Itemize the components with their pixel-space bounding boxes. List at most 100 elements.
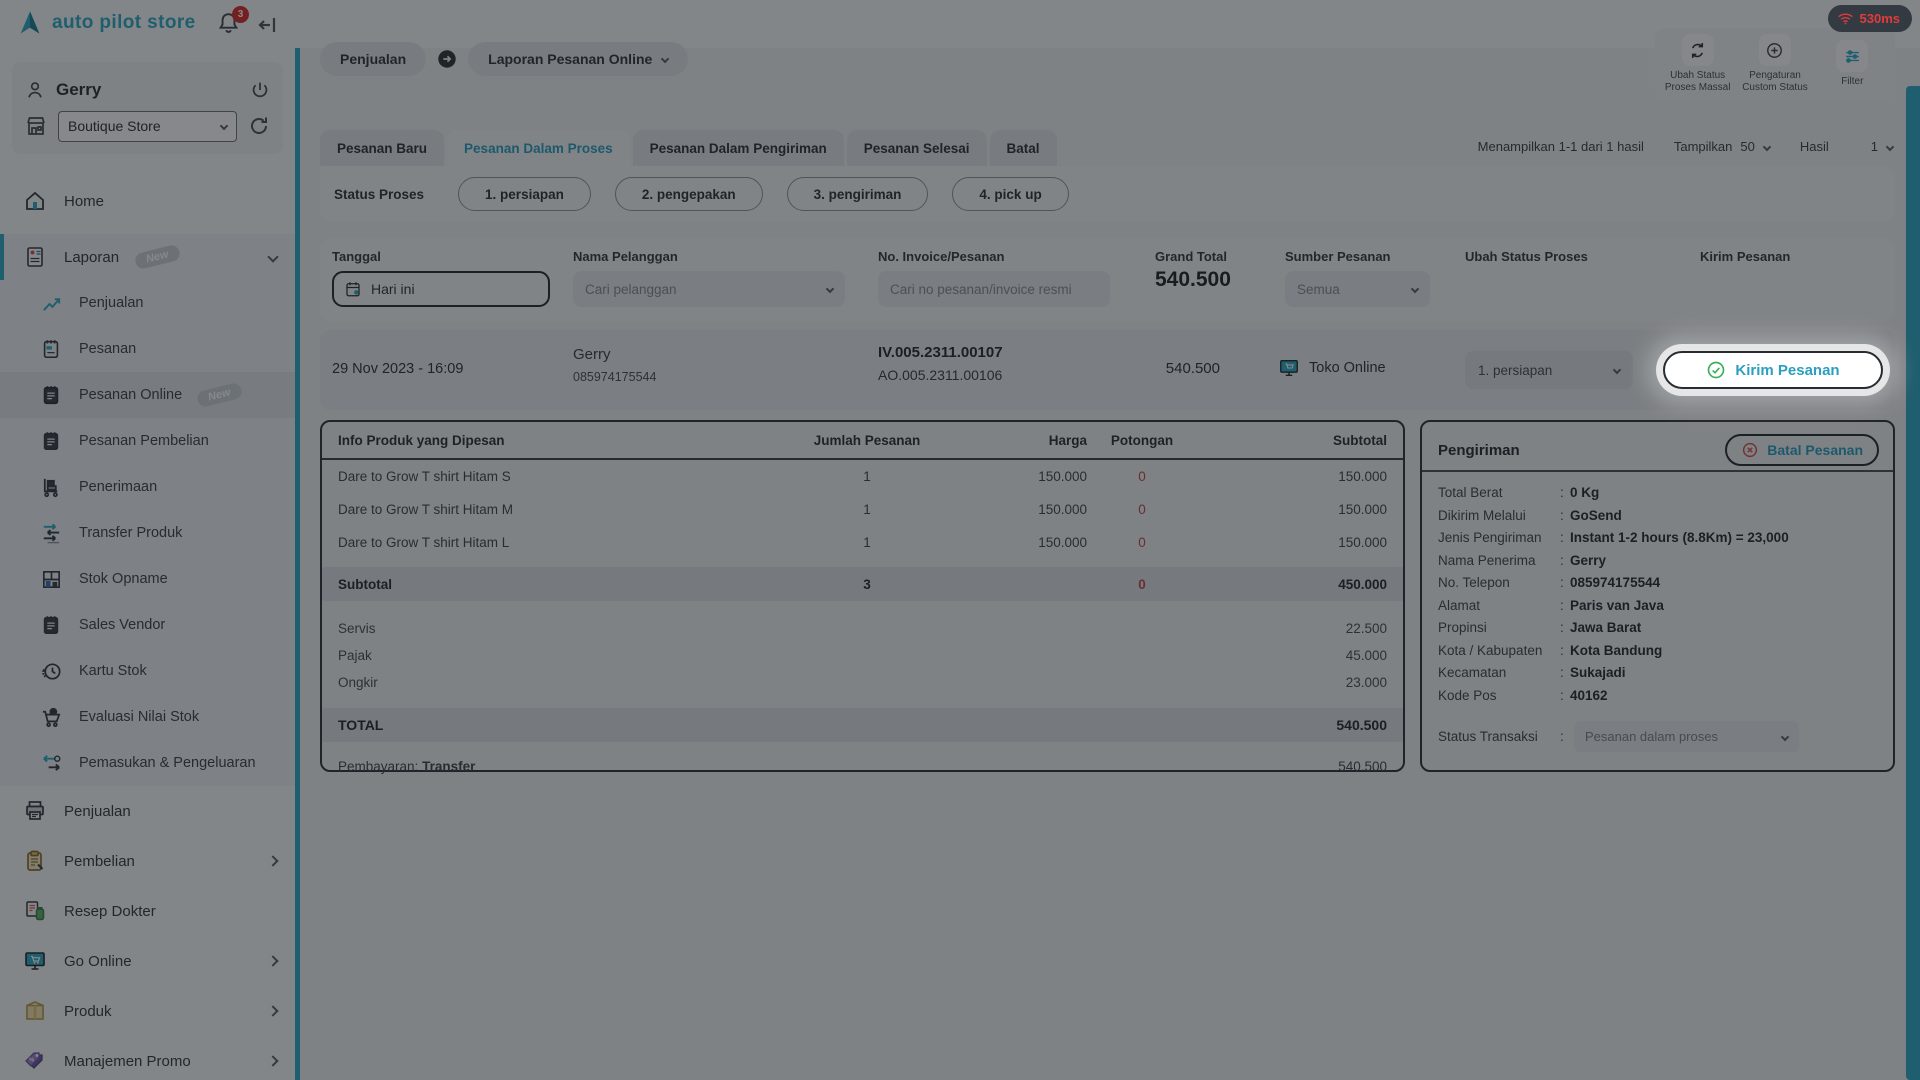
sidebar-item-laporan-pesanan[interactable]: Pesanan <box>0 326 295 372</box>
tab-pesanan-dalam-proses[interactable]: Pesanan Dalam Proses <box>447 130 630 166</box>
invoice-search-input[interactable] <box>878 271 1110 307</box>
sidebar-item-label: Manajemen Promo <box>64 1052 191 1070</box>
chevron-down-icon <box>661 54 670 64</box>
sidebar-item-pembelian[interactable]: Pembelian <box>0 836 295 886</box>
customer-filter-select[interactable]: Cari pelanggan <box>573 271 845 307</box>
store-select[interactable]: Boutique Store <box>58 110 237 142</box>
chevron-down-icon <box>1885 142 1895 151</box>
notebook-icon <box>38 430 64 452</box>
source-filter-select[interactable]: Semua <box>1285 271 1430 307</box>
sidebar-item-label: Pesanan <box>79 341 137 357</box>
order-row[interactable]: 29 Nov 2023 - 16:09 Gerry 085974175544 I… <box>320 330 1895 410</box>
bulk-status-button[interactable]: Ubah Status Proses Massal <box>1660 34 1736 94</box>
refresh-icon[interactable] <box>247 114 271 138</box>
sidebar-item-go-online[interactable]: Go Online <box>0 936 295 986</box>
product-table-card: Info Produk yang Dipesan Jumlah Pesanan … <box>320 420 1405 774</box>
sidebar-item-penjualan[interactable]: Penjualan <box>0 786 295 836</box>
main-content: Penjualan Laporan Pesanan Online Ubah St… <box>320 0 1895 1080</box>
customer-name: Gerry <box>573 346 611 363</box>
sidebar-item-laporan-stok-opname[interactable]: Stok Opname <box>0 556 295 602</box>
user-icon <box>24 79 46 101</box>
status-chips: 1. persiapan 2. pengepakan 3. pengiriman… <box>458 177 1069 211</box>
transaction-status-row: Status Transaksi : Pesanan dalam proses <box>1438 721 1877 752</box>
table-row: Dare to Grow T shirt Hitam S 1 150.000 0… <box>338 469 1387 484</box>
sidebar-item-laporan-evaluasi-nilai-stok[interactable]: RP Evaluasi Nilai Stok <box>0 694 295 740</box>
sidebar-item-label: Kartu Stok <box>79 663 147 679</box>
check-circle-icon <box>1706 360 1726 380</box>
page-toolbar: Ubah Status Proses Massal Pengaturan Cus… <box>1655 28 1895 100</box>
hand-truck-icon <box>38 476 64 499</box>
sidebar-item-laporan-penerimaan[interactable]: Penerimaan <box>0 464 295 510</box>
order-source-label: Toko Online <box>1309 360 1386 376</box>
chip-pengiriman[interactable]: 3. pengiriman <box>786 177 929 211</box>
page-select[interactable]: 1 <box>1871 139 1895 154</box>
notebook-icon <box>38 384 64 406</box>
tab-pesanan-selesai[interactable]: Pesanan Selesai <box>846 130 987 166</box>
order-tabs: Pesanan Baru Pesanan Dalam Proses Pesana… <box>320 130 1057 166</box>
date-filter-input[interactable]: Hari ini <box>332 271 550 307</box>
sidebar-item-laporan[interactable]: Laporan New <box>0 234 295 280</box>
chip-persiapan[interactable]: 1. persiapan <box>458 177 591 211</box>
transaction-status-select[interactable]: Pesanan dalam proses <box>1574 721 1799 752</box>
logout-power-icon[interactable] <box>249 79 271 101</box>
sidebar-item-laporan-sales-vendor[interactable]: Sales Vendor <box>0 602 295 648</box>
order-details: Info Produk yang Dipesan Jumlah Pesanan … <box>320 420 1895 774</box>
order-number: AO.005.2311.00106 <box>878 367 1003 383</box>
breadcrumb-penjualan[interactable]: Penjualan <box>320 42 427 76</box>
filter-panel: Tanggal Nama Pelanggan No. Invoice/Pesan… <box>320 238 1895 322</box>
sidebar-item-laporan-pemasukan-pengeluaran[interactable]: Pemasukan & Pengeluaran <box>0 740 295 786</box>
status-proses-panel: Status Proses 1. persiapan 2. pengepakan… <box>320 166 1895 222</box>
date-filter-value: Hari ini <box>371 281 415 297</box>
chevron-right-icon <box>267 1005 279 1017</box>
page-size-select[interactable]: 50 <box>1740 139 1772 154</box>
customer-phone: 085974175544 <box>573 370 657 384</box>
sidebar-item-laporan-pesanan-online[interactable]: Pesanan Online New <box>0 372 295 418</box>
calendar-icon <box>344 280 362 298</box>
printer-icon <box>22 799 48 823</box>
tab-pesanan-baru[interactable]: Pesanan Baru <box>320 130 445 166</box>
invoice-number: IV.005.2311.00107 <box>878 344 1003 361</box>
filter-button[interactable]: Filter <box>1814 40 1890 88</box>
tab-batal[interactable]: Batal <box>989 130 1057 166</box>
shipping-field: No. Telepon:085974175544 <box>1438 575 1661 590</box>
home-icon <box>22 189 48 213</box>
sidebar-item-laporan-penjualan[interactable]: Penjualan <box>0 280 295 326</box>
sidebar-collapse-icon[interactable] <box>256 13 280 37</box>
chip-pengepakan[interactable]: 2. pengepakan <box>614 177 763 211</box>
batal-pesanan-button[interactable]: Batal Pesanan <box>1725 434 1879 466</box>
status-proses-label: Status Proses <box>334 186 425 202</box>
sidebar-item-resep-dokter[interactable]: Resep Dokter <box>0 886 295 936</box>
kirim-pesanan-button[interactable]: Kirim Pesanan <box>1663 351 1883 389</box>
shipping-field: Kota / Kabupaten: Kota Bandung <box>1438 642 1663 658</box>
sidebar-item-home[interactable]: Home <box>0 176 295 226</box>
sumber-label: Sumber Pesanan <box>1285 249 1391 264</box>
prescription-icon <box>22 899 48 923</box>
sidebar-item-laporan-pesanan-pembelian[interactable]: Pesanan Pembelian <box>0 418 295 464</box>
ubah-status-label: Ubah Status Proses <box>1465 249 1588 264</box>
latency-badge: 530ms <box>1827 5 1912 32</box>
shipping-field: Total Berat:0 Kg <box>1438 485 1600 500</box>
report-icon <box>22 245 48 269</box>
sidebar-item-produk[interactable]: Produk <box>0 986 295 1036</box>
custom-status-button[interactable]: Pengaturan Custom Status <box>1737 34 1813 94</box>
sidebar-item-laporan-transfer-produk[interactable]: Transfer Produk <box>0 510 295 556</box>
process-status-select[interactable]: 1. persiapan <box>1465 351 1633 389</box>
sidebar-item-manajemen-promo[interactable]: % Manajemen Promo <box>0 1036 295 1080</box>
chevron-right-icon <box>267 855 279 867</box>
breadcrumb-laporan-pesanan-online[interactable]: Laporan Pesanan Online <box>468 42 689 76</box>
show-label: Tampilkan <box>1673 139 1733 154</box>
sidebar-item-label: Laporan <box>64 248 120 266</box>
product-table-header: Info Produk yang Dipesan Jumlah Pesanan … <box>322 422 1403 460</box>
sidebar-item-label: Evaluasi Nilai Stok <box>79 709 200 725</box>
tab-pesanan-dalam-pengiriman[interactable]: Pesanan Dalam Pengiriman <box>632 130 844 166</box>
x-circle-icon <box>1741 441 1759 459</box>
svg-text:%: % <box>29 1058 34 1064</box>
tanggal-label: Tanggal <box>332 249 381 264</box>
chip-pick-up[interactable]: 4. pick up <box>952 177 1069 211</box>
new-badge: New <box>195 381 244 409</box>
chevron-down-icon <box>825 284 835 294</box>
product-table-title: Info Produk yang Dipesan <box>338 432 505 448</box>
sidebar-item-laporan-kartu-stok[interactable]: Kartu Stok <box>0 648 295 694</box>
kirim-pesanan-label: Kirim Pesanan <box>1700 249 1791 264</box>
notification-bell[interactable]: 3 <box>216 6 249 37</box>
